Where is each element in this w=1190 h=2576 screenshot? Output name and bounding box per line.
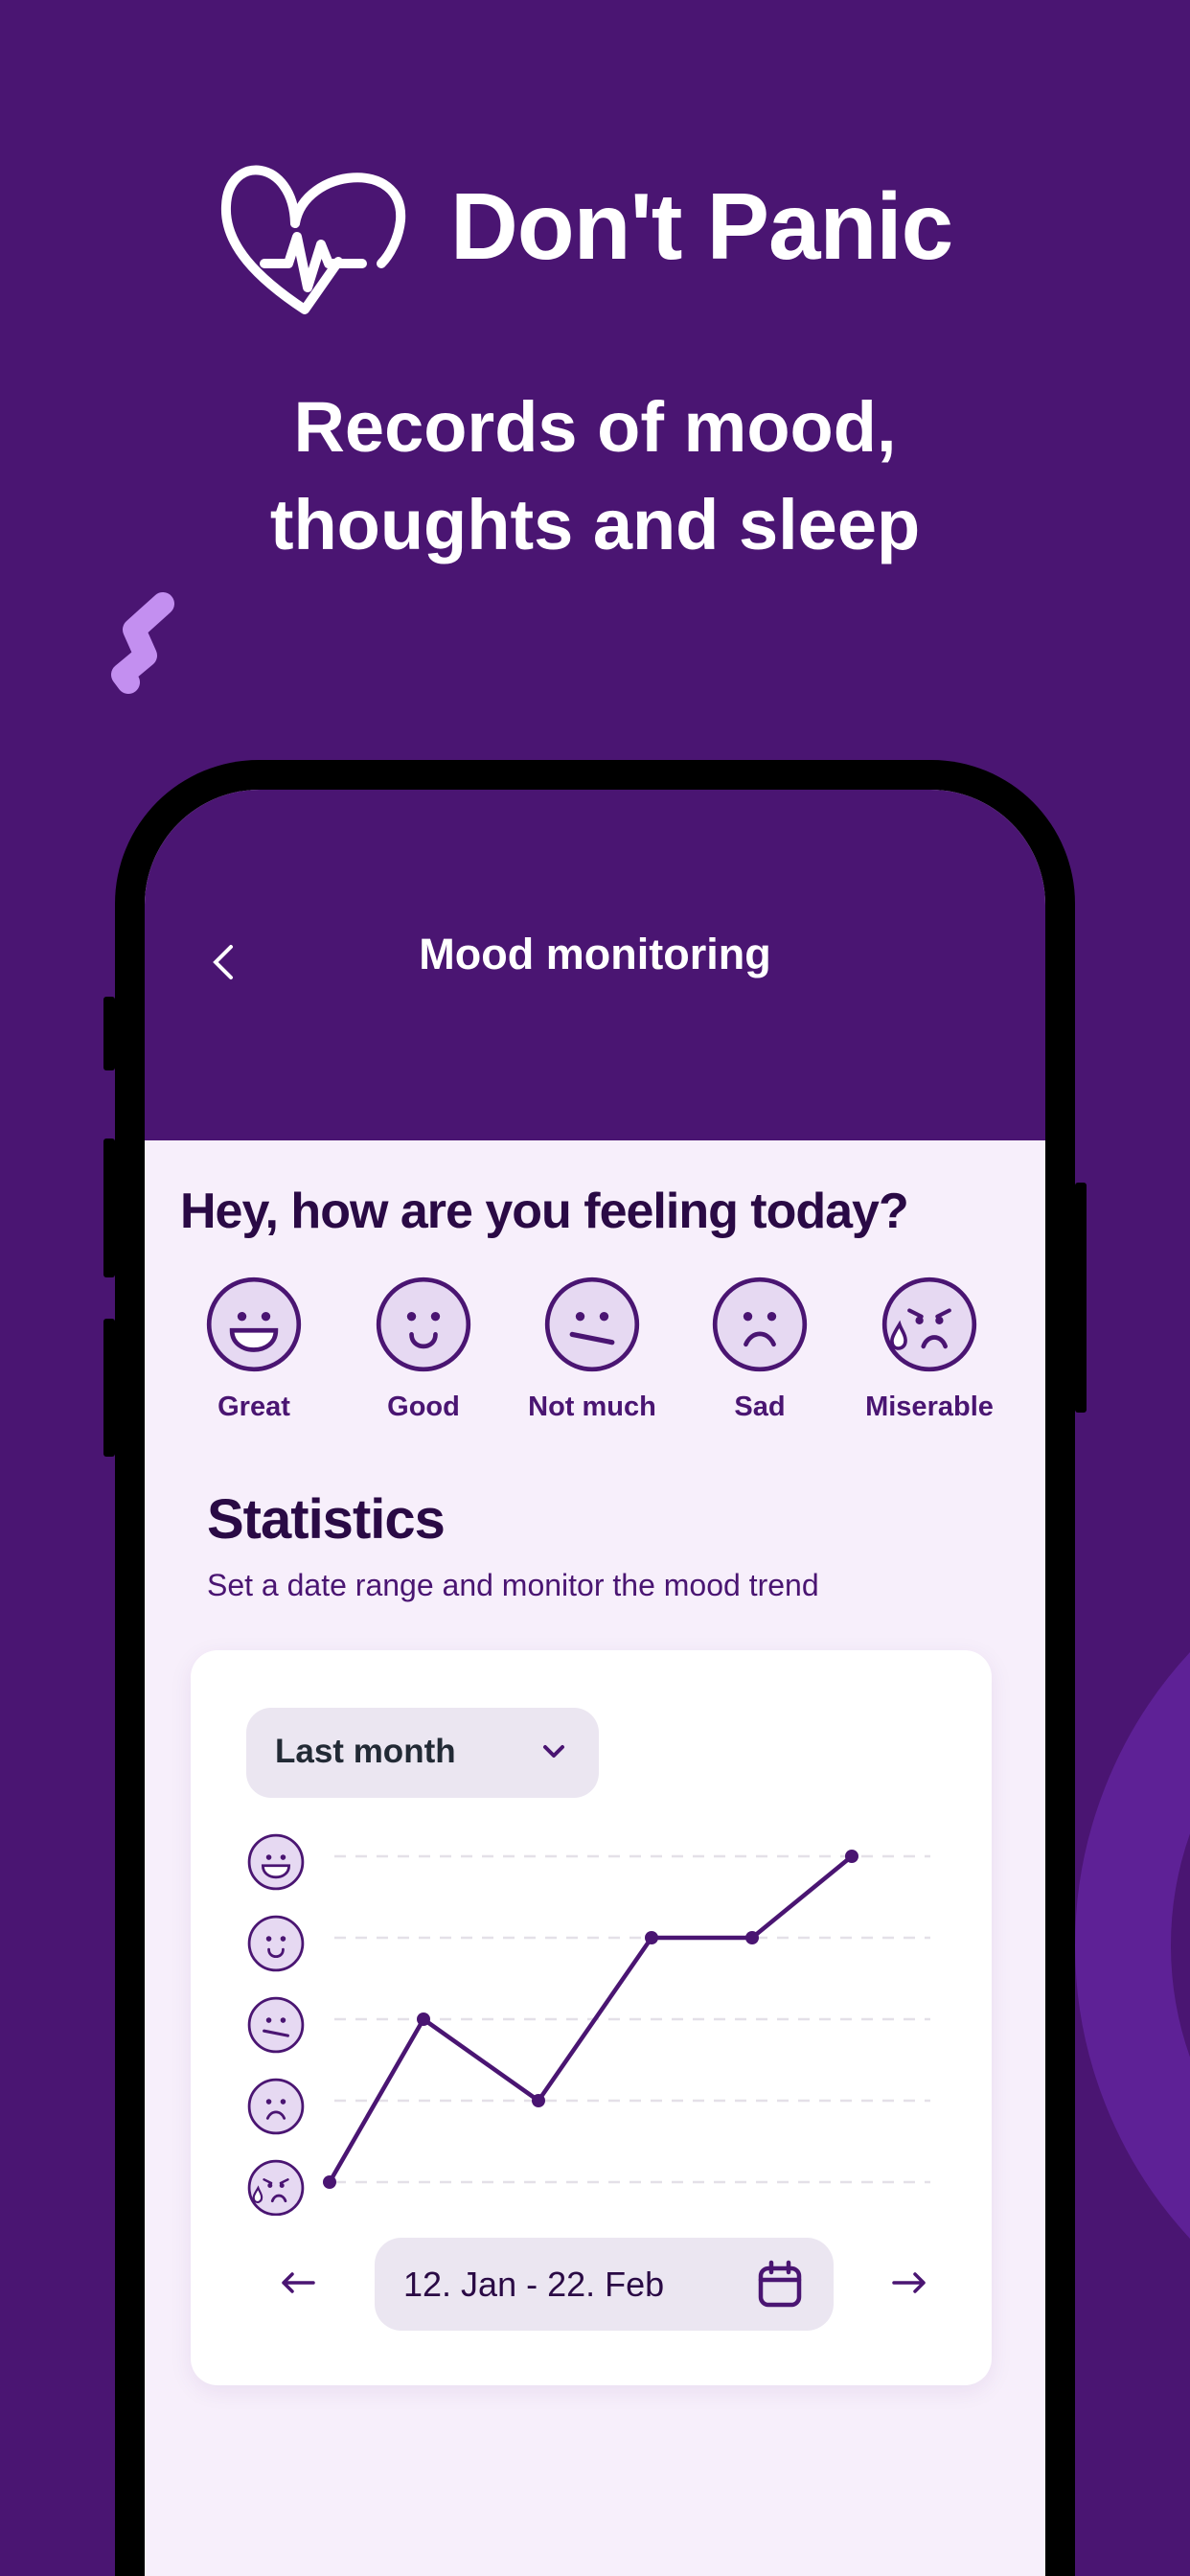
- arrow-left-icon[interactable]: [279, 2268, 317, 2297]
- data-point: [745, 1931, 759, 1944]
- data-point: [845, 1850, 858, 1863]
- mood-option-good[interactable]: Good: [342, 1275, 505, 1423]
- screen-title: Mood monitoring: [419, 930, 771, 978]
- mood-miserable-icon: [881, 1276, 977, 1372]
- statistics-subtitle: Set a date range and monitor the mood tr…: [207, 1568, 819, 1602]
- range-dropdown[interactable]: Last month: [246, 1708, 599, 1798]
- phone-screen: Mood monitoring Hey, how are you feeling…: [145, 790, 1045, 2576]
- app-header: Mood monitoring: [145, 790, 1045, 1140]
- tagline-line: Records of mood,: [293, 387, 897, 467]
- date-range-field[interactable]: 12. Jan - 22. Feb: [375, 2238, 834, 2331]
- statistics-card: Last month 12. Jan - 22. Feb: [191, 1650, 992, 2385]
- axis-sad-icon: [247, 2078, 305, 2135]
- mood-good-icon: [376, 1276, 471, 1372]
- axis-good-icon: [247, 1915, 305, 1972]
- statistics-title: Statistics: [207, 1488, 446, 1551]
- data-point: [645, 1931, 658, 1944]
- mood-option-miserable[interactable]: Miserable: [848, 1275, 1011, 1423]
- data-point: [323, 2175, 336, 2189]
- mood-meh-icon: [544, 1276, 640, 1372]
- mood-sad-icon: [712, 1276, 808, 1372]
- mood-chart: [247, 1833, 930, 2216]
- mood-option-meh[interactable]: Not much: [511, 1275, 674, 1423]
- mood-question: Hey, how are you feeling today?: [180, 1184, 909, 1239]
- phone-button: [103, 1138, 115, 1277]
- app-title: Don't Panic: [450, 173, 953, 279]
- mood-option-great[interactable]: Great: [172, 1275, 335, 1423]
- phone-button: [103, 1319, 115, 1457]
- mood-great-icon: [206, 1276, 302, 1372]
- mood-label: Good: [387, 1392, 460, 1422]
- tagline: Records of mood, thoughts and sleep: [0, 379, 1190, 574]
- heart-pulse-icon: [220, 165, 406, 314]
- squiggle-decoration: [111, 592, 174, 694]
- phone-button: [1075, 1183, 1087, 1413]
- arrow-right-icon[interactable]: [890, 2268, 928, 2297]
- tagline-line: thoughts and sleep: [269, 485, 921, 564]
- phone-button: [103, 997, 115, 1070]
- range-dropdown-value: Last month: [275, 1733, 456, 1770]
- chevron-down-icon: [543, 1745, 564, 1758]
- date-range-value: 12. Jan - 22. Feb: [403, 2265, 665, 2304]
- mood-label: Not much: [528, 1392, 656, 1422]
- phone-frame: Mood monitoring Hey, how are you feeling…: [115, 760, 1075, 2576]
- axis-miserable-icon: [247, 2159, 305, 2216]
- mood-label: Sad: [734, 1392, 786, 1422]
- data-point: [532, 2094, 545, 2107]
- mood-label: Miserable: [865, 1392, 994, 1422]
- mood-label: Great: [217, 1392, 290, 1422]
- axis-meh-icon: [247, 1996, 305, 2054]
- axis-great-icon: [247, 1833, 305, 1891]
- mood-option-sad[interactable]: Sad: [678, 1275, 841, 1423]
- data-point: [417, 2012, 430, 2026]
- calendar-icon[interactable]: [756, 2259, 804, 2311]
